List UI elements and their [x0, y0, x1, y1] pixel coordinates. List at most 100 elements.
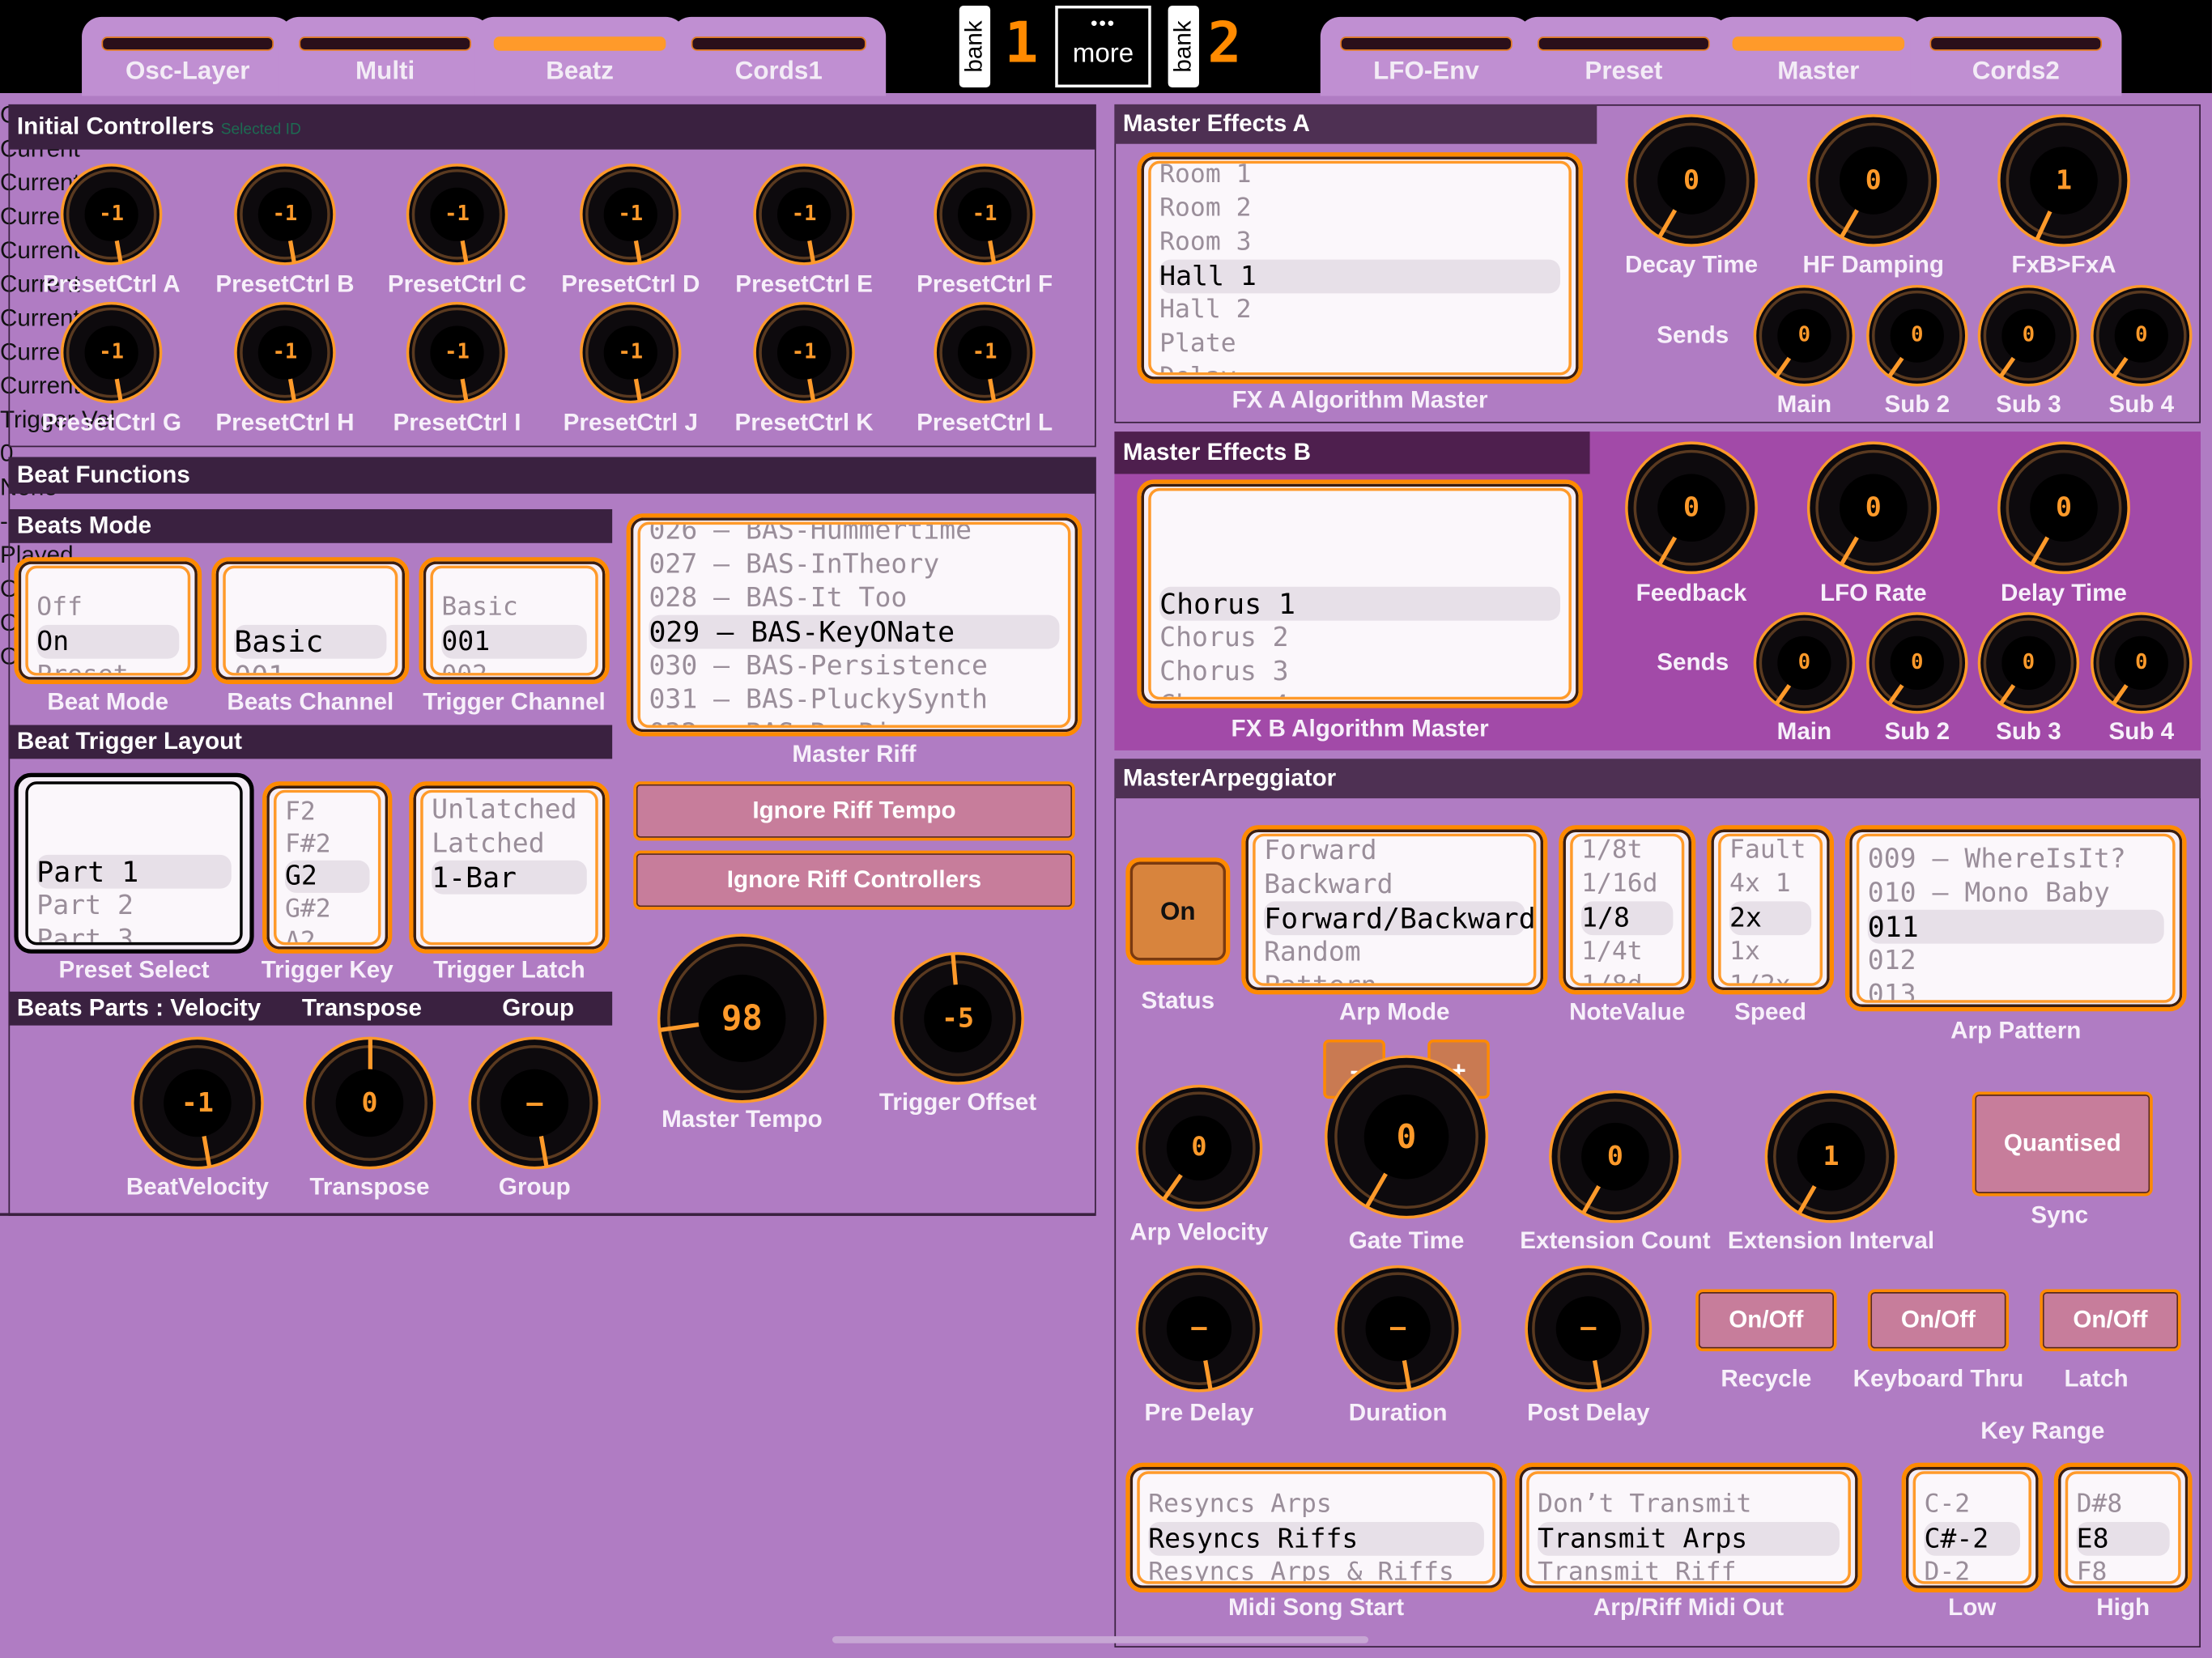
- tab-master[interactable]: Master: [1712, 16, 1925, 96]
- preset-ctrl-knob[interactable]: -1: [60, 164, 163, 266]
- picker-option[interactable]: 1x: [1729, 935, 1811, 969]
- picker-option[interactable]: Forward/Backward: [1264, 901, 1534, 936]
- sync-quantised-button[interactable]: Quantised: [1972, 1091, 2153, 1197]
- picker-option[interactable]: Chorus 1: [1159, 586, 1560, 621]
- lfo-rate-knob[interactable]: 0: [1806, 441, 1940, 575]
- picker-option[interactable]: 029 – BAS-KeyONate: [649, 614, 1060, 649]
- picker-option[interactable]: 013: [1868, 977, 2164, 1000]
- picker-option[interactable]: 030 – BAS-Persistence: [649, 648, 1059, 682]
- picker-option[interactable]: Hall 1: [1159, 259, 1560, 294]
- delay-time-knob[interactable]: 0: [1997, 441, 2130, 575]
- tab-beatz[interactable]: Beatz: [474, 16, 686, 96]
- recycle-toggle[interactable]: On/Off: [1695, 1289, 1837, 1352]
- picker-option[interactable]: 1/8: [1581, 901, 1674, 936]
- picker-option[interactable]: Transmit Riff: [1538, 1556, 1840, 1581]
- picker-option[interactable]: D#8: [2077, 1488, 2170, 1522]
- post-delay-knob[interactable]: —: [1525, 1265, 1653, 1392]
- arp-status-button[interactable]: On: [1125, 857, 1231, 965]
- fx-b-algorithm-picker[interactable]: Chorus 1Chorus 2Chorus 3Chorus 4: [1137, 479, 1583, 708]
- picker-option[interactable]: Pattern: [1264, 969, 1525, 984]
- extension-count-knob[interactable]: 0: [1549, 1090, 1682, 1223]
- feedback-knob[interactable]: 0: [1625, 441, 1758, 575]
- extension-interval-knob[interactable]: 1: [1764, 1090, 1898, 1223]
- transpose-knob[interactable]: 0: [303, 1036, 436, 1170]
- picker-option[interactable]: Chorus 3: [1159, 654, 1560, 688]
- picker-option[interactable]: G2: [284, 860, 370, 893]
- note-value-picker[interactable]: 1/8t 1/16d 1/8 1/4t 1/8d: [1559, 825, 1696, 995]
- picker-option[interactable]: Transmit Arps: [1538, 1521, 1840, 1556]
- preset-select-picker[interactable]: Part 1 Part 2 Part 3: [14, 772, 254, 954]
- picker-option[interactable]: C#-2: [1924, 1521, 2020, 1556]
- picker-option[interactable]: Room 3: [1159, 226, 1560, 260]
- picker-option[interactable]: 001: [441, 624, 587, 659]
- gate-time-knob[interactable]: 0: [1325, 1055, 1489, 1219]
- picker-option[interactable]: F8: [2077, 1556, 2170, 1581]
- preset-ctrl-knob[interactable]: -1: [234, 301, 336, 404]
- picker-option[interactable]: Resyncs Arps: [1148, 1488, 1484, 1522]
- midi-out-picker[interactable]: Don’t Transmit Transmit Arps Transmit Riff: [1515, 1462, 1862, 1593]
- preset-ctrl-knob[interactable]: -1: [234, 164, 336, 266]
- picker-option[interactable]: 2x: [1729, 901, 1812, 936]
- picker-option[interactable]: E8: [2076, 1521, 2170, 1556]
- picker-option[interactable]: [234, 591, 386, 625]
- picker-option[interactable]: Part 1: [36, 854, 232, 889]
- preset-ctrl-knob[interactable]: -1: [406, 301, 508, 404]
- picker-option[interactable]: C-2: [1924, 1488, 2019, 1522]
- picker-option[interactable]: Chorus 2: [1159, 621, 1560, 655]
- latch-toggle[interactable]: On/Off: [2040, 1289, 2181, 1352]
- picker-option[interactable]: Chorus 4: [1159, 688, 1560, 697]
- duration-knob[interactable]: —: [1334, 1265, 1462, 1392]
- preset-ctrl-knob[interactable]: -1: [753, 301, 855, 404]
- picker-option[interactable]: Unlatched: [432, 793, 587, 827]
- key-range-high-picker[interactable]: D#8 E8 F8: [2053, 1462, 2193, 1593]
- picker-option[interactable]: Basic: [441, 591, 586, 625]
- tab-cords1[interactable]: Cords1: [671, 16, 887, 96]
- preset-ctrl-knob[interactable]: -1: [580, 301, 682, 404]
- picker-option[interactable]: 1/16d: [1581, 868, 1673, 902]
- picker-option[interactable]: 009 – WhereIsIt?: [1868, 842, 2164, 876]
- picker-option[interactable]: F#2: [285, 828, 370, 861]
- picker-option[interactable]: Off: [36, 591, 179, 625]
- picker-option[interactable]: Random: [1264, 935, 1525, 969]
- picker-option[interactable]: Room 1: [1159, 164, 1560, 192]
- bank1-button[interactable]: bank: [959, 5, 991, 88]
- picker-option[interactable]: Part 2: [36, 889, 231, 923]
- picker-option[interactable]: [1159, 553, 1560, 587]
- beat-mode-picker[interactable]: Off On Preset: [14, 557, 202, 685]
- picker-option[interactable]: Forward: [1264, 836, 1525, 867]
- picker-option[interactable]: D-2: [1924, 1556, 2019, 1581]
- picker-option[interactable]: 010 – Mono Baby: [1868, 876, 2164, 910]
- picker-option[interactable]: 1/8d: [1581, 969, 1673, 984]
- tab-multi[interactable]: Multi: [279, 16, 491, 96]
- beats-channel-picker[interactable]: Basic 001: [211, 557, 410, 685]
- picker-option[interactable]: [1159, 519, 1560, 553]
- picker-option[interactable]: Fault: [1729, 836, 1811, 867]
- arp-mode-picker[interactable]: ForwardBackwardForward/BackwardRandomPat…: [1241, 825, 1548, 995]
- fx-a-algorithm-picker[interactable]: Room 1Room 2Room 3Hall 1Hall 2PlateDelay: [1137, 152, 1583, 384]
- fx-a-send-knob[interactable]: 0: [2091, 284, 2193, 387]
- picker-option[interactable]: Part 3: [36, 922, 231, 942]
- beat-velocity-knob[interactable]: -1: [131, 1036, 264, 1170]
- picker-option[interactable]: 028 – BAS-It Too: [649, 581, 1059, 615]
- picker-option[interactable]: Preset: [36, 659, 179, 673]
- arp-pattern-picker[interactable]: 009 – WhereIsIt? 010 – Mono Baby 011 012 013: [1844, 825, 2187, 1012]
- picker-option[interactable]: G#2: [285, 893, 370, 925]
- picker-option[interactable]: 026 – BAS-Hummertime: [649, 525, 1059, 547]
- midi-song-start-picker[interactable]: Resyncs Arps Resyncs Riffs Resyncs Arps & …: [1125, 1462, 1507, 1593]
- fx-b-send-knob[interactable]: 0: [1753, 612, 1856, 714]
- preset-ctrl-knob[interactable]: -1: [934, 301, 1036, 404]
- picker-option[interactable]: [36, 821, 231, 855]
- ignore-riff-controllers-button[interactable]: Ignore Riff Controllers: [633, 850, 1075, 910]
- picker-option[interactable]: Plate: [1159, 327, 1560, 361]
- key-range-low-picker[interactable]: C-2 C#-2 D-2: [1901, 1462, 2043, 1593]
- tab-cords2[interactable]: Cords2: [1910, 16, 2122, 96]
- preset-ctrl-knob[interactable]: -1: [406, 164, 508, 266]
- picker-option[interactable]: Basic: [234, 624, 387, 659]
- fx-b-send-knob[interactable]: 0: [1977, 612, 2080, 714]
- trigger-key-picker[interactable]: F2 F#2 G2 G#2 A2: [262, 781, 393, 954]
- preset-ctrl-knob[interactable]: -1: [580, 164, 682, 266]
- fx-a-send-knob[interactable]: 0: [1866, 284, 1968, 387]
- preset-ctrl-knob[interactable]: -1: [60, 301, 163, 404]
- picker-option[interactable]: Latched: [432, 827, 587, 861]
- tab-osc-layer[interactable]: Osc-Layer: [82, 16, 294, 96]
